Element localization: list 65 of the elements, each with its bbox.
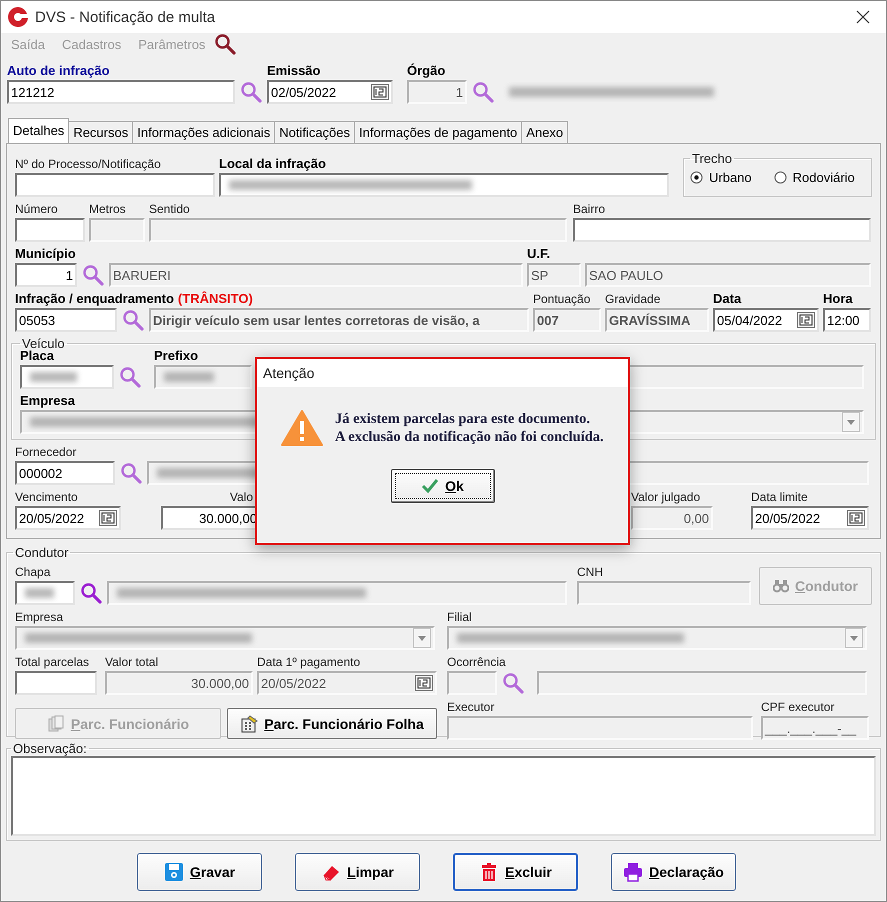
- date-field[interactable]: 02/05/2022: [267, 80, 393, 104]
- group-title: Condutor: [14, 545, 70, 560]
- field-label: Data: [713, 291, 742, 306]
- field-label: Valo: [230, 490, 253, 504]
- group-title: Veículo: [22, 336, 66, 351]
- ok-button[interactable]: Ok: [390, 469, 494, 503]
- action-button[interactable]: Declaração: [611, 853, 736, 891]
- group-title: Observação:: [12, 741, 88, 756]
- field-label: Placa: [20, 348, 54, 363]
- field-label: Município: [15, 246, 76, 261]
- tab[interactable]: Anexo: [521, 121, 568, 143]
- input-field[interactable]: 12:00: [823, 308, 871, 332]
- field-label: Metros: [89, 202, 126, 216]
- field-label: Pontuação: [533, 292, 590, 306]
- field-label: U.F.: [527, 246, 550, 261]
- tab[interactable]: Informações adicionais: [132, 121, 276, 143]
- field-label: Número: [15, 202, 58, 216]
- field-label: Local da infração: [219, 156, 326, 171]
- field-label: Filial: [447, 610, 472, 624]
- input-field[interactable]: 05053: [15, 308, 117, 332]
- field-label: Empresa: [15, 610, 64, 624]
- parc-funcionario-folha-button[interactable]: Parc. Funcionário Folha: [227, 708, 437, 739]
- field-label: Executor: [447, 700, 494, 714]
- field-label: Data limite: [751, 490, 808, 504]
- date-field[interactable]: 05/04/2022: [713, 308, 819, 332]
- field-label: Valor julgado: [631, 490, 700, 504]
- action-button[interactable]: Limpar: [295, 853, 420, 891]
- radio-label[interactable]: Urbano: [709, 170, 752, 185]
- dialog-message: A exclusão da notificação não foi concluída.: [335, 428, 604, 446]
- group-title: Trecho: [691, 151, 733, 166]
- dialog-title: Atenção: [257, 359, 628, 387]
- field-label: Órgão: [407, 63, 446, 78]
- field-label: Chapa: [15, 565, 50, 579]
- tab[interactable]: Notificações: [274, 121, 356, 143]
- input-field[interactable]: 000002: [15, 461, 115, 485]
- window-title: DVS - Notificação de multa: [35, 8, 216, 26]
- tab[interactable]: Detalhes: [8, 118, 70, 143]
- field-label: Vencimento: [15, 490, 78, 504]
- field-label: Hora: [823, 291, 853, 306]
- field-label: Emissão: [267, 63, 320, 78]
- field-label: Sentido: [149, 202, 190, 216]
- field-label: CPF executor: [761, 700, 834, 714]
- field-label: Ocorrência: [447, 655, 506, 669]
- field-label: Nº do Processo/Notificação: [15, 157, 161, 171]
- field-label: Valor total: [105, 655, 158, 669]
- date-field[interactable]: 20/05/2022: [15, 506, 121, 530]
- field-label: Total parcelas: [15, 655, 90, 669]
- field-label: Data 1º pagamento: [257, 655, 360, 669]
- input-field[interactable]: 121212: [7, 80, 235, 104]
- field-label: Auto de infração: [7, 63, 110, 78]
- field-label: Bairro: [573, 202, 606, 216]
- input-field[interactable]: 1: [15, 263, 77, 287]
- category-label: (TRÂNSITO): [178, 291, 253, 306]
- field-label: Gravidade: [605, 292, 660, 306]
- field-label: Empresa: [20, 393, 75, 408]
- action-button[interactable]: Excluir: [453, 853, 578, 891]
- date-field[interactable]: 20/05/2022: [751, 506, 869, 530]
- dialog-message: Já existem parcelas para este documento.: [335, 410, 592, 428]
- field-label: CNH: [577, 565, 603, 579]
- tab[interactable]: Informações de pagamento: [354, 121, 522, 143]
- field-label: Prefixo: [154, 348, 198, 363]
- action-button[interactable]: Gravar: [137, 853, 262, 891]
- field-label: Infração / enquadramento: [15, 291, 174, 306]
- field-label: Fornecedor: [15, 445, 76, 459]
- radio-label[interactable]: Rodoviário: [792, 170, 855, 185]
